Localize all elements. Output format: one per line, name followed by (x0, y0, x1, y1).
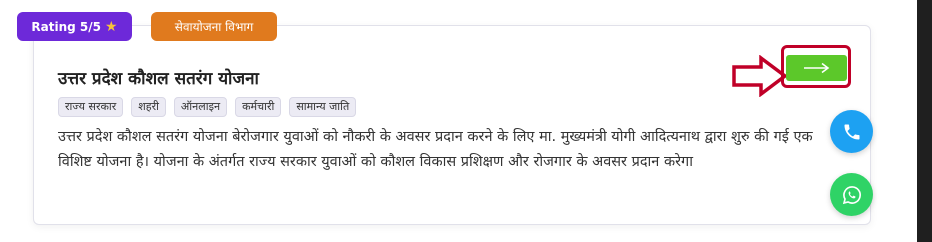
arrow-right-icon (803, 62, 829, 74)
department-label: सेवायोजना विभाग (174, 20, 254, 34)
call-button[interactable] (830, 110, 873, 153)
department-badge[interactable]: सेवायोजना विभाग (151, 12, 277, 41)
open-scheme-button[interactable] (786, 55, 847, 81)
tag-item: सामान्य जाति (289, 97, 357, 117)
tag-item: राज्य सरकार (58, 97, 124, 117)
whatsapp-icon (842, 185, 861, 204)
scheme-title[interactable]: उत्तर प्रदेश कौशल सतरंग योजना (58, 66, 259, 89)
tag-item: ऑनलाइन (173, 97, 228, 117)
window-edge (917, 0, 932, 242)
star-icon: ★ (105, 18, 118, 35)
phone-icon (844, 124, 859, 139)
rating-label: Rating 5/5 (31, 19, 102, 34)
whatsapp-button[interactable] (830, 173, 873, 216)
scheme-description: उत्तर प्रदेश कौशल सतरंग योजना बेरोजगार य… (58, 129, 813, 170)
tag-item: कर्मचारी (235, 97, 282, 117)
rating-badge: Rating 5/5 ★ (17, 12, 132, 41)
annotation-arrow-icon (732, 55, 788, 97)
page: Rating 5/5 ★ सेवायोजना विभाग उत्तर प्रदे… (0, 0, 932, 242)
tag-list: राज्य सरकार शहरी ऑनलाइन कर्मचारी सामान्य… (58, 97, 357, 117)
tag-item: शहरी (131, 97, 166, 117)
